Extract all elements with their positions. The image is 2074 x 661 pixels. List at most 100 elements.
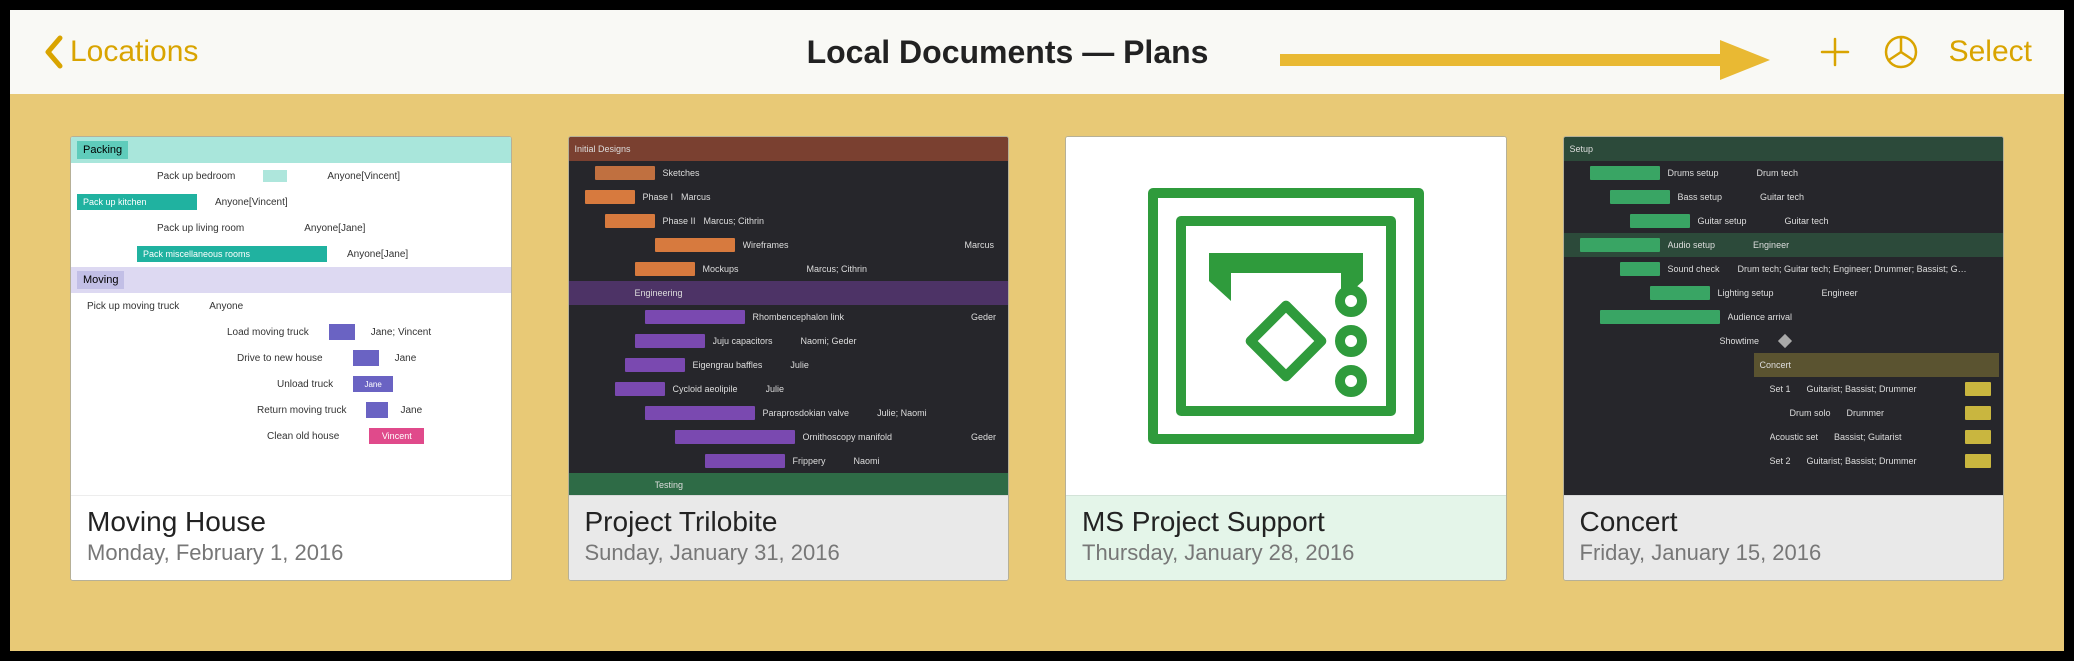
task-label: Set 1 xyxy=(1770,384,1791,394)
card-footer: Concert Friday, January 15, 2016 xyxy=(1564,495,2004,580)
document-title: MS Project Support xyxy=(1082,506,1490,538)
card-footer: Moving House Monday, February 1, 2016 xyxy=(71,495,511,580)
document-gallery: Packing Pack up bedroom Anyone[Vincent] P… xyxy=(10,136,2064,651)
task-label: Juju capacitors xyxy=(713,336,773,346)
task-label: Frippery xyxy=(793,456,826,466)
task-resource: Engineer xyxy=(1753,240,1789,250)
task-resource: Marcus xyxy=(964,240,994,250)
page-title: Local Documents — Plans xyxy=(198,34,1816,71)
group-label: Testing xyxy=(655,480,684,490)
task-label: Mockups xyxy=(703,264,739,274)
select-button[interactable]: Select xyxy=(1949,35,2032,69)
task-label: Phase I xyxy=(643,192,674,202)
task-label: Drums setup xyxy=(1668,168,1719,178)
task-resource: Drum tech xyxy=(1757,168,1799,178)
group-label: Packing xyxy=(77,141,128,159)
task-resource: Vincent xyxy=(369,428,424,444)
task-resource: Marcus; Cithrin xyxy=(807,264,868,274)
task-resource: Bassist; Guitarist xyxy=(1834,432,1902,442)
document-thumbnail: Setup Drums setup Drum tech Bass setup Gui… xyxy=(1564,137,2004,495)
task-label: Bass setup xyxy=(1678,192,1723,202)
task-label: Pack up living room xyxy=(157,223,244,234)
task-label: Rhombencephalon link xyxy=(753,312,845,322)
task-resource: Jane xyxy=(353,376,393,392)
task-label: Audience arrival xyxy=(1728,312,1793,322)
document-date: Sunday, January 31, 2016 xyxy=(585,540,993,566)
task-label: Drive to new house xyxy=(237,353,323,364)
task-label: Sound check xyxy=(1668,264,1720,274)
document-title: Project Trilobite xyxy=(585,506,993,538)
task-label: Pick up moving truck xyxy=(87,301,179,312)
document-thumbnail: Initial Designs Sketches Phase I Marcus P… xyxy=(569,137,1009,495)
task-label: Unload truck xyxy=(277,379,333,390)
back-label: Locations xyxy=(70,35,198,69)
document-thumbnail xyxy=(1066,137,1506,495)
document-thumbnail: Packing Pack up bedroom Anyone[Vincent] P… xyxy=(71,137,511,495)
add-button[interactable] xyxy=(1817,34,1853,70)
toolbar-actions: Select xyxy=(1817,32,2032,72)
task-resource: Anyone xyxy=(209,301,243,312)
settings-button[interactable] xyxy=(1881,32,1921,72)
card-footer: MS Project Support Thursday, January 28,… xyxy=(1066,495,1506,580)
group-label: Initial Designs xyxy=(575,144,631,154)
task-resource: Guitar tech xyxy=(1785,216,1829,226)
document-date: Monday, February 1, 2016 xyxy=(87,540,495,566)
task-resource: Anyone[Vincent] xyxy=(215,197,288,208)
task-resource: Geder xyxy=(971,312,996,322)
document-title: Moving House xyxy=(87,506,495,538)
task-resource: Geder xyxy=(971,432,996,442)
task-resource: Guitarist; Bassist; Drummer xyxy=(1807,456,1917,466)
task-label: Wireframes xyxy=(743,240,789,250)
task-resource: Marcus xyxy=(681,192,711,202)
task-label: Paraprosdokian valve xyxy=(763,408,850,418)
task-label: Set 2 xyxy=(1770,456,1791,466)
task-resource: Drum tech; Guitar tech; Engineer; Drumme… xyxy=(1738,264,1968,274)
task-resource: Jane; Vincent xyxy=(371,327,431,338)
group-label: Setup xyxy=(1570,144,1594,154)
gear-icon xyxy=(1881,32,1921,72)
task-label: Guitar setup xyxy=(1698,216,1747,226)
task-resource: Drummer xyxy=(1847,408,1885,418)
task-resource: Julie xyxy=(790,360,809,370)
milestone-diamond-icon xyxy=(1777,333,1793,349)
document-date: Friday, January 15, 2016 xyxy=(1580,540,1988,566)
group-label: Concert xyxy=(1760,360,1792,370)
task-resource: Julie xyxy=(766,384,785,394)
document-card[interactable]: Packing Pack up bedroom Anyone[Vincent] P… xyxy=(70,136,512,581)
group-label: Engineering xyxy=(635,288,683,298)
task-label: Pack miscellaneous rooms xyxy=(137,246,327,262)
task-label: Clean old house xyxy=(267,431,339,442)
document-card[interactable]: MS Project Support Thursday, January 28,… xyxy=(1065,136,1507,581)
task-resource: Julie; Naomi xyxy=(877,408,927,418)
task-label: Cycloid aeolipile xyxy=(673,384,738,394)
toolbar: Locations Local Documents — Plans Select xyxy=(10,10,2064,94)
task-label: Acoustic set xyxy=(1770,432,1819,442)
task-label: Return moving truck xyxy=(257,405,346,416)
task-resource: Marcus; Cithrin xyxy=(704,216,765,226)
plus-icon xyxy=(1817,34,1853,70)
back-button[interactable]: Locations xyxy=(42,34,198,70)
task-resource: Guitarist; Bassist; Drummer xyxy=(1807,384,1917,394)
task-resource: Naomi; Geder xyxy=(801,336,857,346)
document-title: Concert xyxy=(1580,506,1988,538)
document-date: Thursday, January 28, 2016 xyxy=(1082,540,1490,566)
document-card[interactable]: Setup Drums setup Drum tech Bass setup Gui… xyxy=(1563,136,2005,581)
task-label: Pack up bedroom xyxy=(157,171,235,182)
chevron-left-icon xyxy=(42,34,64,70)
task-label: Drum solo xyxy=(1790,408,1831,418)
document-card[interactable]: Initial Designs Sketches Phase I Marcus P… xyxy=(568,136,1010,581)
task-resource: Naomi xyxy=(854,456,880,466)
task-label: Load moving truck xyxy=(227,327,309,338)
group-label: Moving xyxy=(77,271,124,289)
task-label: Ornithoscopy manifold xyxy=(803,432,893,442)
card-footer: Project Trilobite Sunday, January 31, 20… xyxy=(569,495,1009,580)
task-label: Showtime xyxy=(1720,336,1760,346)
task-label: Sketches xyxy=(663,168,700,178)
task-label: Audio setup xyxy=(1668,240,1716,250)
task-resource: Engineer xyxy=(1822,288,1858,298)
task-resource: Jane xyxy=(400,405,422,416)
task-label: Pack up kitchen xyxy=(77,194,197,210)
task-resource: Anyone[Vincent] xyxy=(327,171,400,182)
task-resource: Anyone[Jane] xyxy=(347,249,408,260)
task-resource: Guitar tech xyxy=(1760,192,1804,202)
